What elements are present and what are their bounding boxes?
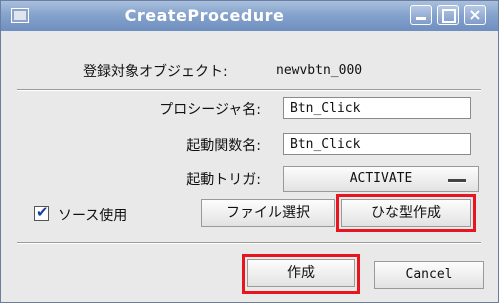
- procedure-name-input[interactable]: Btn_Click: [283, 97, 471, 119]
- registered-object-value: newvbtn_000: [276, 63, 363, 78]
- use-source-label: ソース使用: [58, 208, 128, 224]
- start-function-label: 起動関数名:: [186, 138, 261, 154]
- dropdown-icon: [448, 179, 466, 183]
- create-button-highlight: [242, 254, 360, 294]
- trigger-select[interactable]: ACTIVATE: [283, 166, 479, 192]
- checkmark-icon: ✔: [36, 203, 49, 221]
- window-title: CreateProcedure: [124, 6, 285, 25]
- trigger-label: 起動トリガ:: [186, 172, 261, 188]
- close-icon: ×: [468, 5, 482, 24]
- maximize-icon: [442, 9, 456, 23]
- registered-object-label: 登録対象オブジェクト:: [83, 64, 228, 80]
- cancel-button[interactable]: Cancel: [374, 261, 484, 289]
- minimize-button[interactable]: [410, 5, 432, 25]
- maximize-button[interactable]: [437, 5, 459, 25]
- procedure-name-label: プロシージャ名:: [159, 102, 261, 118]
- title-bar[interactable]: CreateProcedure ×: [1, 1, 498, 31]
- minimize-icon: [416, 17, 426, 20]
- create-procedure-dialog: CreateProcedure × 登録対象オブジェクト: newvbtn_00…: [0, 0, 499, 303]
- use-source-checkbox[interactable]: ✔: [34, 203, 49, 221]
- separator: [17, 89, 481, 91]
- file-select-button[interactable]: ファイル選択: [201, 199, 335, 227]
- trigger-select-value: ACTIVATE: [349, 171, 413, 186]
- separator: [17, 242, 481, 244]
- start-function-input[interactable]: Btn_Click: [283, 133, 471, 155]
- template-create-highlight: [336, 194, 476, 232]
- close-button[interactable]: ×: [464, 5, 486, 25]
